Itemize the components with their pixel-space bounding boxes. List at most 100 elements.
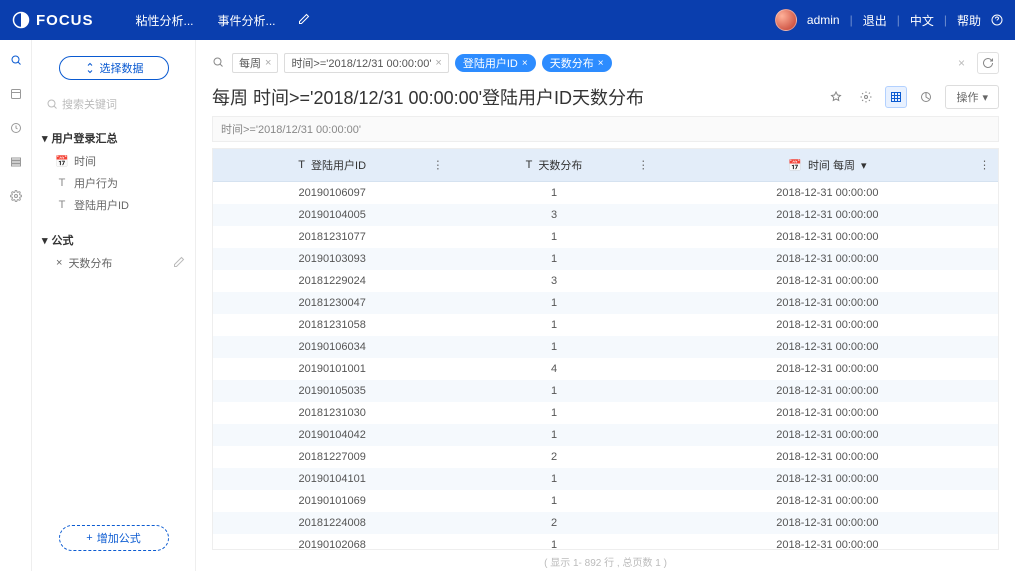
table-row[interactable]: 2019010106912018-12-31 00:00:00 — [213, 490, 998, 512]
username[interactable]: admin — [807, 13, 840, 27]
table-cell: 2 — [451, 512, 656, 534]
nav-event[interactable]: 事件分析... — [206, 12, 288, 29]
sidebar-group-title[interactable]: ▾ 公式 — [40, 228, 187, 252]
rail-data-icon[interactable] — [8, 154, 24, 170]
calendar-icon: 📅 — [56, 155, 68, 168]
close-icon[interactable]: × — [598, 58, 604, 69]
sidebar-item-daycount[interactable]: × 天数分布 — [40, 252, 187, 274]
nav-stickiness[interactable]: 粘性分析... — [124, 12, 206, 29]
header-right: admin | 退出 | 中文 | 帮助 — [775, 9, 1003, 31]
select-data-label: 选择数据 — [100, 60, 144, 76]
table-row[interactable]: 2018123004712018-12-31 00:00:00 — [213, 292, 998, 314]
sidebar-item-behavior[interactable]: T 用户行为 — [40, 172, 187, 194]
sidebar-search[interactable]: 搜索关键词 — [40, 92, 187, 116]
more-icon[interactable]: ⋮ — [432, 159, 443, 172]
settings-button[interactable] — [855, 86, 877, 108]
icon-rail — [0, 40, 32, 571]
edit-icon[interactable] — [173, 256, 185, 271]
table-row[interactable]: 2018122700922018-12-31 00:00:00 — [213, 446, 998, 468]
more-icon[interactable]: ⋮ — [979, 159, 990, 172]
close-icon[interactable]: × — [265, 57, 271, 69]
sidebar: 选择数据 搜索关键词 ▾ 用户登录汇总 📅 时间 T 用户行为 T 登陆用户ID — [32, 40, 196, 571]
table-cell: 1 — [451, 380, 656, 402]
close-icon[interactable]: × — [435, 57, 441, 69]
table-cell: 20190101069 — [213, 490, 451, 512]
query-chip[interactable]: 天数分布× — [542, 54, 612, 72]
table-row[interactable]: 2019010206812018-12-31 00:00:00 — [213, 534, 998, 550]
table-cell: 2018-12-31 00:00:00 — [657, 226, 998, 248]
table-cell: 1 — [451, 534, 656, 550]
lang-link[interactable]: 中文 — [910, 12, 934, 29]
pin-button[interactable] — [825, 86, 847, 108]
table-cell: 2018-12-31 00:00:00 — [657, 534, 998, 550]
table-row[interactable]: 2019010503512018-12-31 00:00:00 — [213, 380, 998, 402]
query-chip[interactable]: 登陆用户ID× — [455, 54, 536, 72]
table-cell: 20190104042 — [213, 424, 451, 446]
table-cell: 2018-12-31 00:00:00 — [657, 446, 998, 468]
table-cell: 20181229024 — [213, 270, 451, 292]
table-row[interactable]: 2018122902432018-12-31 00:00:00 — [213, 270, 998, 292]
table-row[interactable]: 2018122400822018-12-31 00:00:00 — [213, 512, 998, 534]
table-cell: 1 — [451, 226, 656, 248]
rail-dashboard-icon[interactable] — [8, 86, 24, 102]
table-row[interactable]: 2019010400532018-12-31 00:00:00 — [213, 204, 998, 226]
table-row[interactable]: 2018123103012018-12-31 00:00:00 — [213, 402, 998, 424]
chevron-down-icon: ▾ — [42, 132, 48, 145]
filter-summary: 时间>='2018/12/31 00:00:00' — [212, 116, 999, 142]
table-cell: 1 — [451, 314, 656, 336]
table-cell: 20181231030 — [213, 402, 451, 424]
table-row[interactable]: 2019010609712018-12-31 00:00:00 — [213, 182, 998, 205]
column-header[interactable]: T天数分布⋮ — [451, 149, 656, 182]
table-cell: 1 — [451, 292, 656, 314]
table-row[interactable]: 2019010404212018-12-31 00:00:00 — [213, 424, 998, 446]
clear-icon[interactable]: × — [952, 56, 971, 70]
chevron-down-icon: ▾ — [982, 91, 988, 104]
table-row[interactable]: 2019010309312018-12-31 00:00:00 — [213, 248, 998, 270]
query-bar: 每周× 时间>='2018/12/31 00:00:00'× 登陆用户ID× 天… — [212, 52, 999, 74]
sidebar-item-time[interactable]: 📅 时间 — [40, 150, 187, 172]
search-icon[interactable] — [212, 56, 226, 70]
sidebar-group-title[interactable]: ▾ 用户登录汇总 — [40, 126, 187, 150]
query-token[interactable]: 每周× — [232, 53, 278, 73]
more-icon[interactable]: ⋮ — [638, 159, 649, 172]
table-row[interactable]: 2019010603412018-12-31 00:00:00 — [213, 336, 998, 358]
rail-history-icon[interactable] — [8, 120, 24, 136]
table-cell: 2018-12-31 00:00:00 — [657, 336, 998, 358]
brand-text: FOCUS — [36, 12, 94, 29]
table-cell: 20181230047 — [213, 292, 451, 314]
table-cell: 2018-12-31 00:00:00 — [657, 380, 998, 402]
add-formula-button[interactable]: + 增加公式 — [59, 525, 169, 551]
table-cell: 20190103093 — [213, 248, 451, 270]
operations-button[interactable]: 操作▾ — [945, 85, 999, 109]
rail-settings-icon[interactable] — [8, 188, 24, 204]
column-header[interactable]: T登陆用户ID⋮ — [213, 149, 451, 182]
edit-icon[interactable] — [298, 13, 310, 28]
table-cell: 1 — [451, 490, 656, 512]
column-header[interactable]: 📅时间 每周 ▾⋮ — [657, 149, 998, 182]
query-token[interactable]: 时间>='2018/12/31 00:00:00'× — [284, 53, 448, 73]
table-view-button[interactable] — [885, 86, 907, 108]
refresh-button[interactable] — [977, 52, 999, 74]
select-data-button[interactable]: 选择数据 — [59, 56, 169, 80]
table-cell: 20190106097 — [213, 182, 451, 205]
table-row[interactable]: 2018123107712018-12-31 00:00:00 — [213, 226, 998, 248]
table-row[interactable]: 2019010100142018-12-31 00:00:00 — [213, 358, 998, 380]
close-icon[interactable]: × — [522, 58, 528, 69]
plus-icon: + — [86, 532, 92, 544]
logout-link[interactable]: 退出 — [863, 12, 887, 29]
data-table[interactable]: T登陆用户ID⋮T天数分布⋮📅时间 每周 ▾⋮ 2019010609712018… — [212, 148, 999, 550]
sidebar-item-userid[interactable]: T 登陆用户ID — [40, 194, 187, 216]
table-row[interactable]: 2019010410112018-12-31 00:00:00 — [213, 468, 998, 490]
avatar[interactable] — [775, 9, 797, 31]
chart-view-button[interactable] — [915, 86, 937, 108]
table-cell: 2018-12-31 00:00:00 — [657, 358, 998, 380]
help-link[interactable]: 帮助 — [957, 12, 981, 29]
rail-search-icon[interactable] — [8, 52, 24, 68]
table-row[interactable]: 2018123105812018-12-31 00:00:00 — [213, 314, 998, 336]
brand-logo: FOCUS — [12, 11, 94, 29]
text-icon: T — [298, 159, 305, 171]
help-icon[interactable] — [991, 14, 1003, 26]
table-cell: 1 — [451, 248, 656, 270]
text-icon: T — [56, 177, 68, 189]
row-count-summary: ( 显示 1- 892 行 , 总页数 1 ) — [212, 550, 999, 571]
